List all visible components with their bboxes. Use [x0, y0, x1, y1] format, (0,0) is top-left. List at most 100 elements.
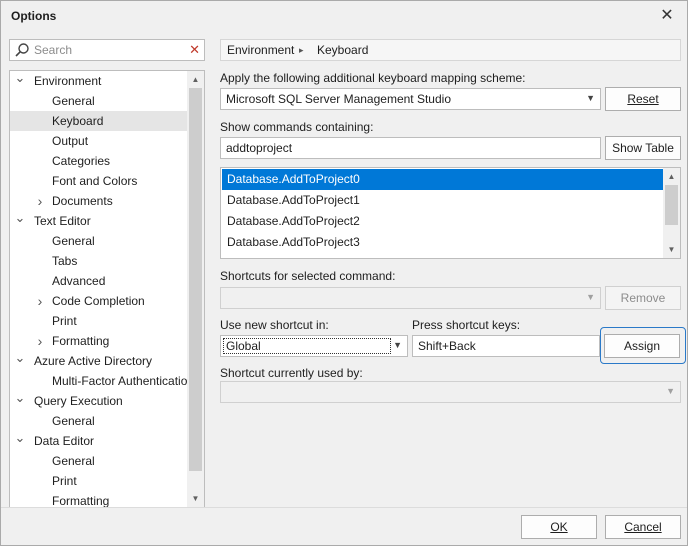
- use-shortcut-in-select[interactable]: Global ▼: [220, 335, 408, 357]
- chevron-down-icon[interactable]: ⌄: [14, 431, 26, 451]
- tree-item[interactable]: Formatting: [10, 491, 188, 507]
- tree-item-label: Text Editor: [34, 214, 91, 228]
- reset-button[interactable]: Reset: [605, 87, 681, 111]
- tree-item[interactable]: ⌄ Environment: [10, 71, 188, 91]
- command-list-item[interactable]: Database.AddToProject2: [222, 211, 664, 232]
- chevron-right-icon[interactable]: ›: [34, 291, 46, 311]
- show-table-button[interactable]: Show Table: [605, 136, 681, 160]
- tree-item-label: Code Completion: [52, 294, 145, 308]
- tree-item[interactable]: General: [10, 451, 188, 471]
- command-list-item[interactable]: Database.AddToProject4: [222, 253, 664, 258]
- chevron-down-icon: ▼: [586, 93, 595, 103]
- tree-item-label: Font and Colors: [52, 174, 138, 188]
- tree-item-label: Advanced: [52, 274, 106, 288]
- scroll-down-icon[interactable]: ▼: [663, 241, 680, 258]
- scroll-down-icon[interactable]: ▼: [187, 490, 204, 507]
- currently-used-select[interactable]: ▼: [220, 381, 681, 403]
- chevron-down-icon[interactable]: ⌄: [14, 391, 26, 411]
- tree-item[interactable]: Font and Colors: [10, 171, 188, 191]
- tree-item[interactable]: Categories: [10, 151, 188, 171]
- options-tree: ⌄ Environment General Keyboard Output Categor…: [9, 70, 205, 508]
- tree-item-label: Azure Active Directory: [34, 354, 153, 368]
- scrollbar-thumb[interactable]: [189, 88, 202, 471]
- mapping-scheme-label: Apply the following additional keyboard …: [220, 71, 526, 85]
- chevron-down-icon: ▼: [393, 340, 402, 350]
- ok-button[interactable]: OK: [521, 515, 597, 539]
- tree-item-label: Categories: [52, 154, 111, 168]
- tree-item[interactable]: ⌄ Data Editor: [10, 431, 188, 451]
- use-shortcut-in-value: Global: [223, 338, 391, 354]
- mapping-scheme-select[interactable]: Microsoft SQL Server Management Studio ▼: [220, 88, 601, 110]
- cancel-button[interactable]: Cancel: [605, 515, 681, 539]
- tree-item[interactable]: General: [10, 411, 188, 431]
- tree-item[interactable]: › Formatting: [10, 331, 188, 351]
- search-input[interactable]: [34, 41, 184, 59]
- ok-button-label: OK: [550, 520, 568, 534]
- window-title: Options: [11, 9, 57, 23]
- tree-item[interactable]: Print: [10, 471, 188, 491]
- tree-list: ⌄ Environment General Keyboard Output Categor…: [10, 71, 194, 507]
- chevron-down-icon: ▼: [586, 292, 595, 302]
- title-bar: Options ✕: [1, 1, 687, 33]
- tree-item[interactable]: › Documents: [10, 191, 188, 211]
- close-icon[interactable]: ✕: [657, 6, 677, 26]
- command-filter-input[interactable]: addtoproject: [220, 137, 601, 159]
- tree-item[interactable]: Output: [10, 131, 188, 151]
- remove-button[interactable]: Remove: [605, 286, 681, 310]
- tree-item[interactable]: ⌄ Query Execution: [10, 391, 188, 411]
- command-filter-value: addtoproject: [226, 141, 293, 155]
- press-shortcut-keys-label: Press shortcut keys:: [412, 318, 521, 332]
- tree-item[interactable]: ⌄ Text Editor: [10, 211, 188, 231]
- tree-scrollbar[interactable]: ▲ ▼: [187, 71, 204, 507]
- tree-item[interactable]: Advanced: [10, 271, 188, 291]
- command-list-item[interactable]: Database.AddToProject1: [222, 190, 664, 211]
- currently-used-label: Shortcut currently used by:: [220, 366, 363, 380]
- scrollbar-thumb[interactable]: [665, 185, 678, 225]
- clear-search-icon[interactable]: ✕: [189, 42, 200, 58]
- command-list-scrollbar[interactable]: ▲ ▼: [663, 168, 680, 258]
- chevron-down-icon[interactable]: ⌄: [14, 71, 26, 91]
- tree-item-label: Environment: [34, 74, 102, 88]
- tree-item-label: Print: [52, 314, 77, 328]
- tree-item[interactable]: Multi-Factor Authentication: [10, 371, 194, 391]
- tree-item-label: Documents: [52, 194, 113, 208]
- tree-item-label: Output: [52, 134, 89, 148]
- tree-item-label: Data Editor: [34, 434, 95, 448]
- tree-item-label: Tabs: [52, 254, 78, 268]
- tree-item[interactable]: Print: [10, 311, 188, 331]
- command-list-item[interactable]: Database.AddToProject0: [222, 169, 664, 190]
- tree-item-label: Formatting: [52, 334, 110, 348]
- chevron-right-icon[interactable]: ›: [34, 191, 46, 211]
- shortcuts-select[interactable]: ▼: [220, 287, 601, 309]
- cancel-button-label: Cancel: [624, 520, 662, 534]
- tree-item-label: General: [52, 414, 95, 428]
- command-list-item[interactable]: Database.AddToProject3: [222, 232, 664, 253]
- tree-item[interactable]: General: [10, 231, 188, 251]
- breadcrumb-item-environment[interactable]: Environment: [227, 43, 294, 57]
- tree-item[interactable]: General: [10, 91, 188, 111]
- tree-item[interactable]: Keyboard: [10, 111, 188, 131]
- reset-button-label: Reset: [627, 92, 659, 106]
- shortcut-keys-input[interactable]: Shift+Back: [412, 335, 600, 357]
- chevron-right-icon[interactable]: ›: [34, 331, 46, 351]
- mapping-scheme-value: Microsoft SQL Server Management Studio: [226, 92, 451, 106]
- tree-item[interactable]: Tabs: [10, 251, 188, 271]
- breadcrumb-separator-icon: ▸: [299, 45, 304, 55]
- chevron-down-icon[interactable]: ⌄: [14, 351, 26, 371]
- search-box: ✕: [9, 39, 205, 61]
- assign-button[interactable]: Assign: [604, 334, 680, 358]
- footer-divider: [1, 507, 687, 508]
- scroll-up-icon[interactable]: ▲: [187, 71, 204, 88]
- tree-item-label: Multi-Factor Authentication: [52, 374, 195, 388]
- chevron-down-icon[interactable]: ⌄: [14, 211, 26, 231]
- options-dialog: Options ✕ ✕ ⌄ Environment General Keyboard O…: [0, 0, 688, 546]
- scroll-up-icon[interactable]: ▲: [663, 168, 680, 185]
- tree-item-label: Print: [52, 474, 77, 488]
- use-shortcut-in-label: Use new shortcut in:: [220, 318, 329, 332]
- breadcrumb: Environment ▸ Keyboard: [220, 39, 681, 61]
- shortcut-keys-value: Shift+Back: [418, 339, 476, 353]
- tree-item-label: General: [52, 454, 95, 468]
- tree-item[interactable]: › Code Completion: [10, 291, 188, 311]
- tree-item-label: Keyboard: [52, 114, 104, 128]
- tree-item[interactable]: ⌄ Azure Active Directory: [10, 351, 188, 371]
